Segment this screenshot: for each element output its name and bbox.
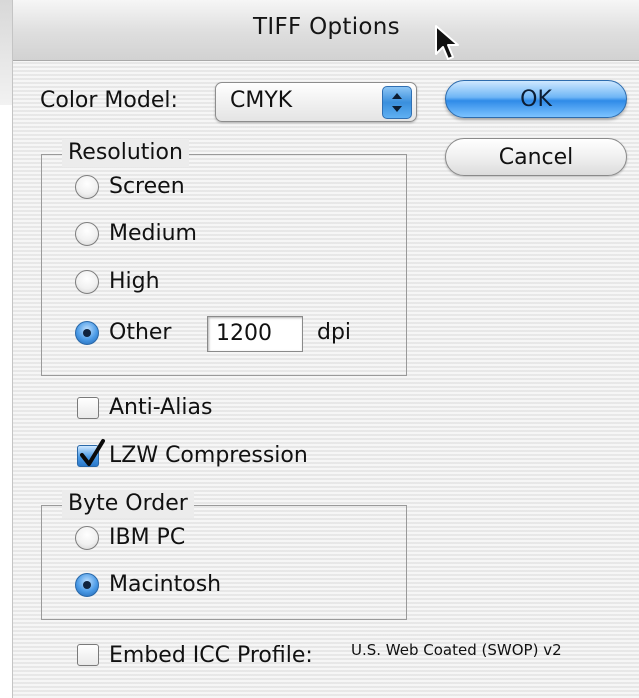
ok-button[interactable]: OK xyxy=(445,80,627,118)
lzw-compression-label: LZW Compression xyxy=(109,443,308,468)
color-model-select[interactable]: CMYK xyxy=(215,82,417,122)
lzw-compression-checkbox[interactable] xyxy=(77,439,105,467)
color-model-label: Color Model: xyxy=(40,88,178,113)
anti-alias-checkbox[interactable] xyxy=(77,397,99,419)
arrow-cursor-icon xyxy=(435,25,459,60)
radio-medium[interactable] xyxy=(75,222,99,246)
icc-profile-name: U.S. Web Coated (SWOP) v2 xyxy=(351,641,562,659)
radio-screen[interactable] xyxy=(75,175,99,199)
embed-icc-checkbox[interactable] xyxy=(77,644,99,666)
embed-icc-label: Embed ICC Profile: xyxy=(109,643,313,668)
radio-other[interactable] xyxy=(75,321,99,345)
radio-ibm-pc[interactable] xyxy=(75,526,99,550)
checkmark-icon xyxy=(80,439,105,466)
title-bar[interactable]: TIFF Options xyxy=(13,0,639,61)
radio-high-label: High xyxy=(109,269,160,294)
radio-screen-label: Screen xyxy=(109,174,185,199)
radio-other-label: Other xyxy=(109,320,172,345)
dpi-unit-label: dpi xyxy=(317,320,352,345)
dpi-input[interactable]: 1200 xyxy=(207,316,303,352)
tiff-options-dialog: TIFF Options Color Model: CMYK OK Cancel… xyxy=(12,0,639,698)
window-title: TIFF Options xyxy=(253,14,400,40)
radio-ibm-pc-label: IBM PC xyxy=(109,525,186,550)
byte-order-group-title: Byte Order xyxy=(62,490,194,518)
byte-order-group: Byte Order xyxy=(41,490,407,620)
cancel-button[interactable]: Cancel xyxy=(445,138,627,176)
anti-alias-label: Anti-Alias xyxy=(109,395,213,420)
radio-macintosh-label: Macintosh xyxy=(109,572,222,597)
color-model-value: CMYK xyxy=(230,88,293,113)
radio-macintosh[interactable] xyxy=(75,573,99,597)
resolution-group-title: Resolution xyxy=(62,139,189,167)
radio-high[interactable] xyxy=(75,270,99,294)
radio-medium-label: Medium xyxy=(109,221,197,246)
up-down-arrows-icon xyxy=(382,86,412,119)
